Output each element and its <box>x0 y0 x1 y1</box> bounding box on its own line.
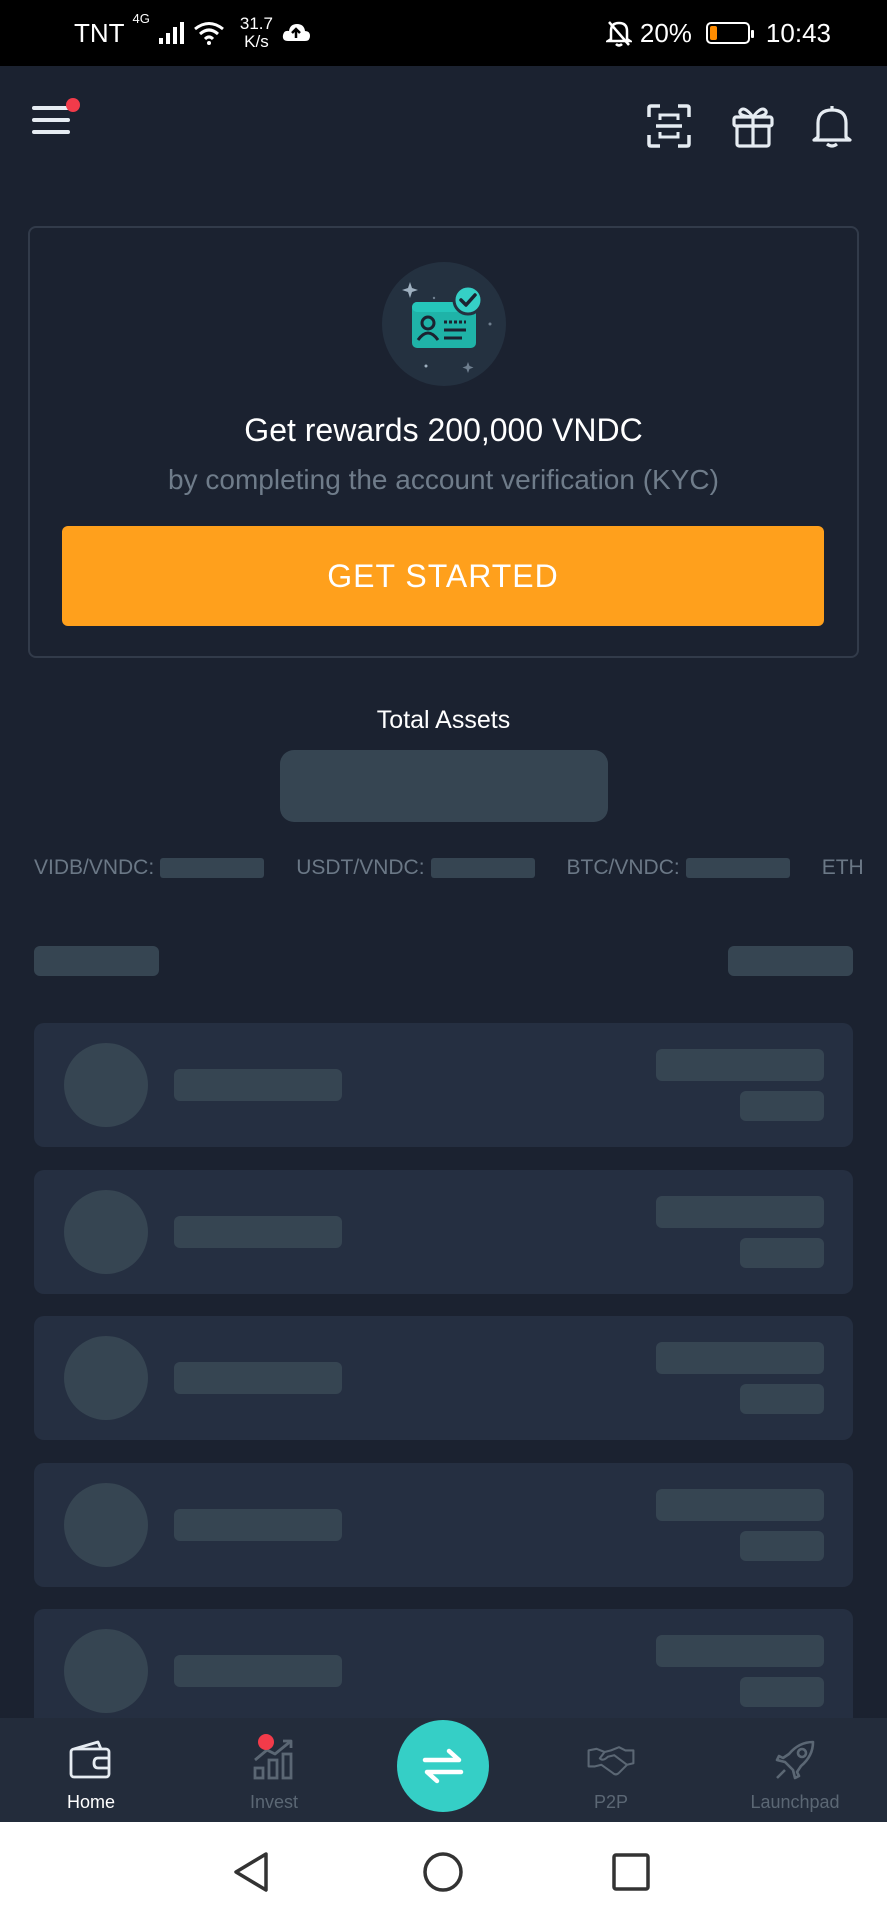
tab-launchpad[interactable]: Launchpad <box>725 1718 865 1822</box>
asset-icon-placeholder <box>64 1043 148 1127</box>
tab-home-label: Home <box>66 1792 115 1812</box>
section-title-placeholder <box>34 946 159 976</box>
bell-icon[interactable] <box>808 102 856 150</box>
home-circle-icon[interactable] <box>421 1850 465 1894</box>
asset-name-placeholder <box>174 1216 342 1248</box>
ticker-pair: BTC/VNDC: <box>566 856 680 879</box>
scan-icon[interactable] <box>645 102 693 150</box>
swap-arrows-icon <box>422 1748 464 1784</box>
rocket-icon <box>771 1736 819 1784</box>
asset-balance-placeholder <box>656 1635 824 1667</box>
gift-icon[interactable] <box>729 102 777 150</box>
cloud-upload-icon <box>282 24 310 41</box>
network-type: 4G <box>132 11 150 26</box>
tab-launchpad-label: Launchpad <box>750 1792 840 1812</box>
list-item[interactable] <box>34 1170 853 1294</box>
asset-balance-placeholder <box>656 1049 824 1081</box>
list-item[interactable] <box>34 1316 853 1440</box>
kyc-title: Get rewards 200,000 VNDC <box>244 412 643 448</box>
net-speed-unit: K/s <box>244 32 269 51</box>
list-item[interactable] <box>34 1609 853 1718</box>
mute-bell-icon <box>605 21 632 47</box>
ticker-item[interactable]: VIDB/VNDC: <box>34 856 265 880</box>
recents-icon[interactable] <box>609 1850 653 1894</box>
asset-balance-placeholder <box>656 1196 824 1228</box>
swap-button[interactable] <box>397 1720 489 1812</box>
asset-icon-placeholder <box>64 1336 148 1420</box>
asset-value-placeholder <box>740 1677 824 1707</box>
list-item[interactable] <box>34 1023 853 1147</box>
kyc-subtitle: by completing the account verification (… <box>168 464 719 495</box>
id-card-verified-icon <box>382 262 506 386</box>
kyc-reward-card: Get rewards 200,000 VNDC by completing t… <box>28 226 859 658</box>
asset-icon-placeholder <box>64 1190 148 1274</box>
menu-notification-dot <box>66 98 80 112</box>
ticker-item[interactable]: BTC/VNDC: <box>567 856 790 880</box>
tab-invest[interactable]: Invest <box>204 1718 344 1822</box>
tab-p2p-label: P2P <box>593 1792 629 1812</box>
section-action-placeholder <box>728 946 853 976</box>
status-bar: TNT 4G 31.7 K/s 20% 10:43 <box>0 0 887 66</box>
ticker-price-placeholder <box>160 858 265 878</box>
total-assets-label: Total Assets <box>376 706 511 734</box>
invest-notification-dot <box>258 1734 274 1750</box>
price-ticker: VIDB/VNDC: USDT/VNDC: BTC/VNDC: ETH <box>34 852 887 884</box>
tab-invest-label: Invest <box>249 1792 299 1812</box>
list-item[interactable] <box>34 1463 853 1587</box>
clock: 10:43 <box>765 17 831 48</box>
asset-value-placeholder <box>740 1091 824 1121</box>
asset-value-placeholder <box>740 1238 824 1268</box>
wallet-icon <box>67 1736 115 1784</box>
battery-level <box>709 26 718 40</box>
system-nav-bar <box>0 1822 887 1920</box>
net-speed: 31.7 K/s <box>240 15 273 51</box>
status-left: TNT 4G 31.7 K/s <box>74 11 311 51</box>
asset-name-placeholder <box>174 1069 342 1101</box>
asset-name-placeholder <box>174 1509 342 1541</box>
signal-icon <box>158 22 184 44</box>
asset-balance-placeholder <box>656 1489 824 1521</box>
asset-icon-placeholder <box>64 1629 148 1713</box>
ticker-price-placeholder <box>685 858 790 878</box>
back-icon[interactable] <box>230 1850 274 1894</box>
asset-value-placeholder <box>740 1384 824 1414</box>
asset-value-placeholder <box>740 1531 824 1561</box>
ticker-pair: USDT/VNDC: <box>296 856 425 879</box>
ticker-pair: ETH <box>821 856 864 879</box>
tab-home[interactable]: Home <box>21 1718 161 1822</box>
asset-icon-placeholder <box>64 1483 148 1567</box>
battery-icon <box>705 22 754 44</box>
carrier-name: TNT <box>74 17 125 48</box>
battery-percent: 20% <box>639 17 692 48</box>
hamburger-menu-icon[interactable] <box>32 106 72 146</box>
asset-balance-placeholder <box>656 1342 824 1374</box>
total-assets-value-placeholder <box>280 750 608 822</box>
ticker-item[interactable]: USDT/VNDC: <box>296 856 535 880</box>
asset-name-placeholder <box>174 1362 342 1394</box>
ticker-pair: VIDB/VNDC: <box>34 856 155 879</box>
net-speed-value: 31.7 <box>239 14 273 33</box>
get-started-button[interactable]: GET STARTED <box>62 526 824 626</box>
chart-icon <box>250 1734 298 1784</box>
asset-name-placeholder <box>174 1655 342 1687</box>
ticker-item[interactable]: ETH <box>822 856 864 880</box>
top-nav <box>0 66 887 186</box>
ticker-price-placeholder <box>430 858 535 878</box>
tab-p2p[interactable]: P2P <box>541 1718 681 1822</box>
status-right: 20% 10:43 <box>605 17 831 49</box>
handshake-icon <box>587 1736 635 1784</box>
wifi-icon <box>193 22 224 45</box>
